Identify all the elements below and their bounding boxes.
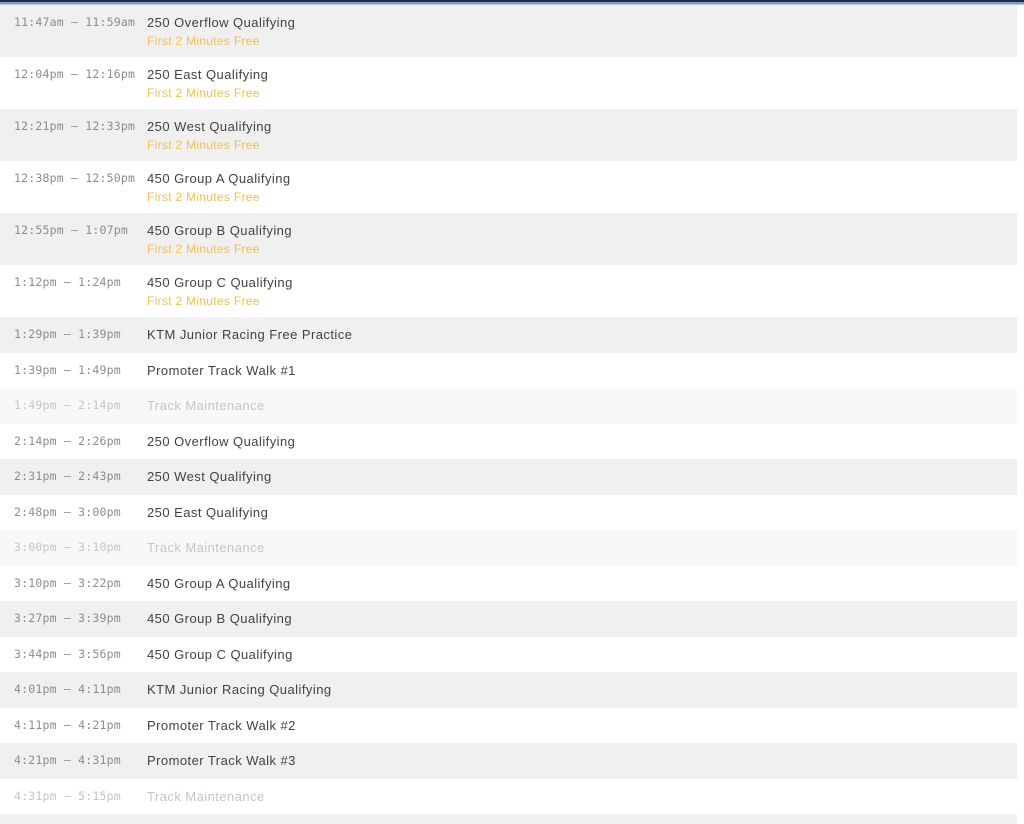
event-free-badge: First 2 Minutes Free bbox=[147, 33, 295, 50]
event-time: 3:44pm – 3:56pm bbox=[14, 646, 147, 663]
schedule-row[interactable]: 12:55pm – 1:07pm 450 Group B Qualifying … bbox=[0, 213, 1017, 265]
event-time: 4:01pm – 4:11pm bbox=[14, 681, 147, 698]
schedule-row[interactable]: 11:47am – 11:59am 250 Overflow Qualifyin… bbox=[0, 5, 1017, 57]
event-title: Promoter Track Walk #3 bbox=[147, 752, 296, 769]
event-time: 12:21pm – 12:33pm bbox=[14, 118, 147, 135]
event-info: 450 Group C Qualifying bbox=[147, 646, 293, 663]
event-info: 450 Group C Qualifying First 2 Minutes F… bbox=[147, 274, 293, 310]
event-title: 450 Group C Qualifying bbox=[147, 646, 293, 663]
event-info: Track Maintenance bbox=[147, 539, 265, 556]
schedule-row[interactable]: 1:12pm – 1:24pm 450 Group C Qualifying F… bbox=[0, 265, 1017, 317]
event-info: 450 Group B Qualifying First 2 Minutes F… bbox=[147, 222, 292, 258]
event-free-badge: First 2 Minutes Free bbox=[147, 85, 268, 102]
event-title: KTM Junior Racing Qualifying bbox=[147, 681, 332, 698]
event-info: 250 East Qualifying bbox=[147, 504, 268, 521]
event-info: 250 East Qualifying First 2 Minutes Free bbox=[147, 66, 268, 102]
event-free-badge: First 2 Minutes Free bbox=[147, 137, 272, 154]
event-title: 450 Group B Qualifying bbox=[147, 610, 292, 627]
event-time: 2:14pm – 2:26pm bbox=[14, 433, 147, 450]
event-title: KTM Junior Racing Free Practice bbox=[147, 326, 352, 343]
event-info: Promoter Track Walk #1 bbox=[147, 362, 296, 379]
event-title: Promoter Track Walk #2 bbox=[147, 717, 296, 734]
schedule-row[interactable]: 1:39pm – 1:49pm Promoter Track Walk #1 bbox=[0, 353, 1017, 389]
event-info: 450 Group B Qualifying bbox=[147, 610, 292, 627]
schedule-list: 11:47am – 11:59am 250 Overflow Qualifyin… bbox=[0, 5, 1017, 814]
event-time: 2:48pm – 3:00pm bbox=[14, 504, 147, 521]
event-title: 250 Overflow Qualifying bbox=[147, 433, 295, 450]
event-time: 4:31pm – 5:15pm bbox=[14, 788, 147, 805]
event-time: 1:12pm – 1:24pm bbox=[14, 274, 147, 291]
schedule-row[interactable]: 3:27pm – 3:39pm 450 Group B Qualifying bbox=[0, 601, 1017, 637]
event-title: 450 Group C Qualifying bbox=[147, 274, 293, 291]
schedule-row[interactable]: 12:38pm – 12:50pm 450 Group A Qualifying… bbox=[0, 161, 1017, 213]
schedule-row[interactable]: 4:31pm – 5:15pm Track Maintenance bbox=[0, 779, 1017, 815]
event-time: 4:21pm – 4:31pm bbox=[14, 752, 147, 769]
event-info: 450 Group A Qualifying bbox=[147, 575, 291, 592]
schedule-row[interactable]: 12:04pm – 12:16pm 250 East Qualifying Fi… bbox=[0, 57, 1017, 109]
event-time: 1:49pm – 2:14pm bbox=[14, 397, 147, 414]
event-info: Promoter Track Walk #2 bbox=[147, 717, 296, 734]
event-info: Track Maintenance bbox=[147, 397, 265, 414]
event-free-badge: First 2 Minutes Free bbox=[147, 293, 293, 310]
schedule-row[interactable]: 1:49pm – 2:14pm Track Maintenance bbox=[0, 388, 1017, 424]
event-title: Track Maintenance bbox=[147, 539, 265, 556]
event-time: 12:04pm – 12:16pm bbox=[14, 66, 147, 83]
event-title: 450 Group B Qualifying bbox=[147, 222, 292, 239]
event-title: 250 West Qualifying bbox=[147, 468, 272, 485]
event-time: 12:55pm – 1:07pm bbox=[14, 222, 147, 239]
event-title: 250 West Qualifying bbox=[147, 118, 272, 135]
event-title: Promoter Track Walk #1 bbox=[147, 362, 296, 379]
event-time: 12:38pm – 12:50pm bbox=[14, 170, 147, 187]
event-info: 250 West Qualifying bbox=[147, 468, 272, 485]
event-time: 4:11pm – 4:21pm bbox=[14, 717, 147, 734]
event-title: 250 East Qualifying bbox=[147, 504, 268, 521]
schedule-row[interactable]: 1:29pm – 1:39pm KTM Junior Racing Free P… bbox=[0, 317, 1017, 353]
event-title: 250 Overflow Qualifying bbox=[147, 14, 295, 31]
schedule-row[interactable]: 2:31pm – 2:43pm 250 West Qualifying bbox=[0, 459, 1017, 495]
event-time: 3:00pm – 3:10pm bbox=[14, 539, 147, 556]
schedule-row[interactable]: 4:21pm – 4:31pm Promoter Track Walk #3 bbox=[0, 743, 1017, 779]
event-free-badge: First 2 Minutes Free bbox=[147, 189, 291, 206]
event-time: 1:29pm – 1:39pm bbox=[14, 326, 147, 343]
event-info: 450 Group A Qualifying First 2 Minutes F… bbox=[147, 170, 291, 206]
schedule-row[interactable]: 3:10pm – 3:22pm 450 Group A Qualifying bbox=[0, 566, 1017, 602]
event-title: 450 Group A Qualifying bbox=[147, 575, 291, 592]
schedule-row[interactable]: 12:21pm – 12:33pm 250 West Qualifying Fi… bbox=[0, 109, 1017, 161]
event-info: KTM Junior Racing Free Practice bbox=[147, 326, 352, 343]
event-info: 250 Overflow Qualifying bbox=[147, 433, 295, 450]
event-time: 2:31pm – 2:43pm bbox=[14, 468, 147, 485]
event-info: Promoter Track Walk #3 bbox=[147, 752, 296, 769]
event-time: 3:27pm – 3:39pm bbox=[14, 610, 147, 627]
schedule-row[interactable]: 2:48pm – 3:00pm 250 East Qualifying bbox=[0, 495, 1017, 531]
event-info: 250 Overflow Qualifying First 2 Minutes … bbox=[147, 14, 295, 50]
event-info: KTM Junior Racing Qualifying bbox=[147, 681, 332, 698]
next-row-partial bbox=[0, 814, 1017, 824]
event-title: Track Maintenance bbox=[147, 397, 265, 414]
schedule-row[interactable]: 4:01pm – 4:11pm KTM Junior Racing Qualif… bbox=[0, 672, 1017, 708]
event-time: 1:39pm – 1:49pm bbox=[14, 362, 147, 379]
event-info: Track Maintenance bbox=[147, 788, 265, 805]
schedule-row[interactable]: 3:00pm – 3:10pm Track Maintenance bbox=[0, 530, 1017, 566]
event-free-badge: First 2 Minutes Free bbox=[147, 241, 292, 258]
schedule-row[interactable]: 4:11pm – 4:21pm Promoter Track Walk #2 bbox=[0, 708, 1017, 744]
schedule-row[interactable]: 3:44pm – 3:56pm 450 Group C Qualifying bbox=[0, 637, 1017, 673]
schedule-row[interactable]: 2:14pm – 2:26pm 250 Overflow Qualifying bbox=[0, 424, 1017, 460]
event-title: Track Maintenance bbox=[147, 788, 265, 805]
event-info: 250 West Qualifying First 2 Minutes Free bbox=[147, 118, 272, 154]
event-title: 250 East Qualifying bbox=[147, 66, 268, 83]
event-time: 3:10pm – 3:22pm bbox=[14, 575, 147, 592]
event-title: 450 Group A Qualifying bbox=[147, 170, 291, 187]
event-time: 11:47am – 11:59am bbox=[14, 14, 147, 31]
